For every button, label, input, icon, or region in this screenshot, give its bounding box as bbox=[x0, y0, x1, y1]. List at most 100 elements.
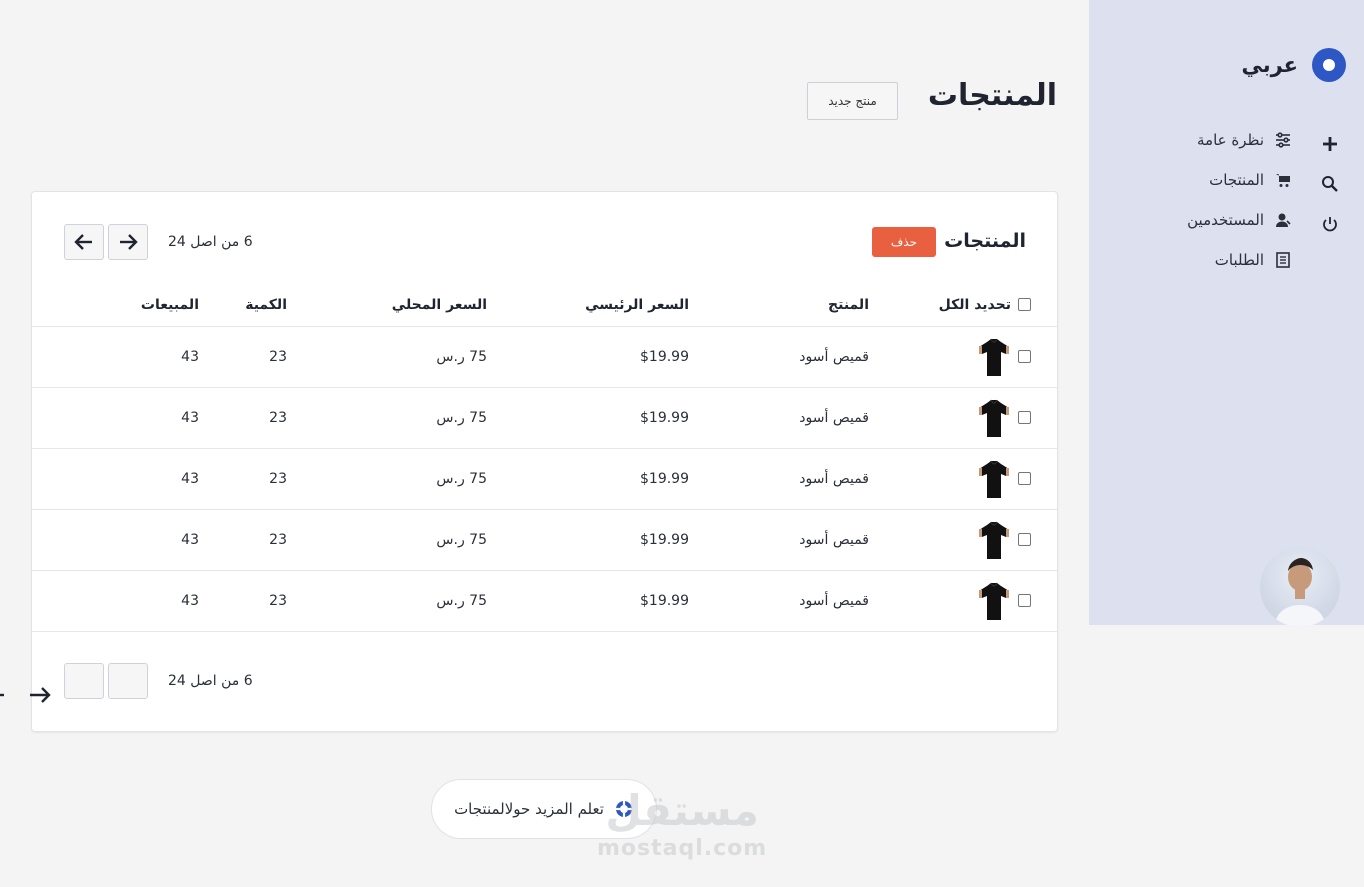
local-price: 75 ر.س bbox=[287, 387, 487, 449]
delete-button[interactable]: حذف bbox=[872, 227, 936, 257]
avatar[interactable] bbox=[1260, 547, 1340, 627]
tshirt-icon bbox=[979, 460, 1009, 498]
quantity: 23 bbox=[199, 570, 287, 632]
sidebar-item-label: المستخدمين bbox=[1187, 211, 1264, 229]
row-thumbnail-cell bbox=[869, 570, 1015, 632]
local-price: 75 ر.س bbox=[287, 448, 487, 510]
row-checkbox[interactable] bbox=[1018, 594, 1031, 607]
learn-more-label: تعلم المزيد حولالمنتجات bbox=[454, 800, 604, 818]
sidebar-item-label: الطلبات bbox=[1214, 251, 1264, 269]
tshirt-icon bbox=[979, 338, 1009, 376]
main-price: $19.99 bbox=[487, 570, 689, 632]
select-all-checkbox[interactable] bbox=[1018, 298, 1031, 312]
sales: 43 bbox=[32, 509, 199, 571]
products-card: المنتجات حذف 6 من اصل 24 تحديد الكل المن… bbox=[31, 191, 1058, 732]
row-select-cell bbox=[1015, 570, 1057, 632]
product-name: قميص أسود bbox=[689, 326, 869, 388]
product-name: قميص أسود bbox=[689, 387, 869, 449]
row-select-cell bbox=[1015, 387, 1057, 449]
table-row[interactable]: قميص أسود $19.99 75 ر.س 23 43 bbox=[32, 509, 1057, 571]
row-checkbox[interactable] bbox=[1018, 350, 1031, 363]
quantity: 23 bbox=[199, 387, 287, 449]
row-thumbnail-cell bbox=[869, 448, 1015, 510]
arrow-right-icon bbox=[120, 234, 138, 250]
row-select-cell bbox=[1015, 448, 1057, 510]
row-thumbnail-cell bbox=[869, 387, 1015, 449]
watermark-latin: mostaql.com bbox=[597, 836, 768, 861]
arrow-left-icon bbox=[74, 234, 92, 250]
user-icon bbox=[1276, 213, 1291, 227]
pagination-top: 6 من اصل 24 bbox=[64, 224, 253, 260]
row-select-cell bbox=[1015, 326, 1057, 388]
tshirt-icon bbox=[979, 399, 1009, 437]
main-price: $19.99 bbox=[487, 326, 689, 388]
page-title: المنتجات bbox=[927, 78, 1057, 113]
pagination-bottom: 6 من اصل 24 bbox=[64, 663, 253, 699]
quantity: 23 bbox=[199, 326, 287, 388]
tshirt-icon bbox=[979, 582, 1009, 620]
main-price: $19.99 bbox=[487, 448, 689, 510]
sliders-icon bbox=[1276, 132, 1290, 148]
product-name: قميص أسود bbox=[689, 570, 869, 632]
product-name: قميص أسود bbox=[689, 509, 869, 571]
search-icon[interactable] bbox=[1320, 164, 1340, 204]
sales: 43 bbox=[32, 570, 199, 632]
sidebar-item-label: نظرة عامة bbox=[1197, 131, 1264, 149]
brand-logo-icon bbox=[1312, 48, 1346, 82]
sidebar-nav: نظرة عامة المنتجات المستخدمين الطلبات bbox=[1187, 120, 1292, 280]
row-checkbox[interactable] bbox=[1018, 411, 1031, 424]
row-checkbox[interactable] bbox=[1018, 472, 1031, 485]
sales: 43 bbox=[32, 448, 199, 510]
quantity: 23 bbox=[199, 448, 287, 510]
products-table: تحديد الكل المنتج السعر الرئيسي السعر ال… bbox=[32, 284, 1057, 632]
sidebar-quick-actions bbox=[1320, 124, 1340, 244]
watermark: مستقل mostaql.com bbox=[597, 790, 767, 860]
prev-page-button-bottom[interactable] bbox=[64, 663, 104, 699]
row-select-cell bbox=[1015, 509, 1057, 571]
pagination-text-bottom: 6 من اصل 24 bbox=[168, 673, 253, 689]
watermark-arabic: مستقل bbox=[605, 786, 759, 835]
column-product: المنتج bbox=[689, 284, 869, 327]
table-row[interactable]: قميص أسود $19.99 75 ر.س 23 43 bbox=[32, 387, 1057, 449]
card-title: المنتجات bbox=[944, 230, 1026, 252]
document-icon bbox=[1276, 252, 1290, 268]
sidebar-item-users[interactable]: المستخدمين bbox=[1187, 200, 1292, 240]
pagination-text: 6 من اصل 24 bbox=[168, 234, 253, 250]
next-page-button[interactable] bbox=[108, 224, 148, 260]
sidebar-item-products[interactable]: المنتجات bbox=[1187, 160, 1292, 200]
main-price: $19.99 bbox=[487, 387, 689, 449]
table-row[interactable]: قميص أسود $19.99 75 ر.س 23 43 bbox=[32, 570, 1057, 632]
select-all-label: تحديد الكل bbox=[869, 284, 1015, 327]
arrow-right-icon[interactable] bbox=[0, 685, 52, 705]
quantity: 23 bbox=[199, 509, 287, 571]
table-row[interactable]: قميص أسود $19.99 75 ر.س 23 43 bbox=[32, 326, 1057, 388]
sidebar-item-label: المنتجات bbox=[1209, 171, 1264, 189]
local-price: 75 ر.س bbox=[287, 570, 487, 632]
plus-icon[interactable] bbox=[1320, 124, 1340, 164]
local-price: 75 ر.س bbox=[287, 326, 487, 388]
row-thumbnail-cell bbox=[869, 509, 1015, 571]
sales: 43 bbox=[32, 387, 199, 449]
local-price: 75 ر.س bbox=[287, 509, 487, 571]
new-product-button[interactable]: منتج جديد bbox=[807, 82, 898, 120]
row-thumbnail-cell bbox=[869, 326, 1015, 388]
column-sales: المبيعات bbox=[32, 284, 199, 327]
sales: 43 bbox=[32, 326, 199, 388]
row-checkbox[interactable] bbox=[1018, 533, 1031, 546]
sidebar-item-overview[interactable]: نظرة عامة bbox=[1187, 120, 1292, 160]
product-name: قميص أسود bbox=[689, 448, 869, 510]
sidebar-item-orders[interactable]: الطلبات bbox=[1187, 240, 1292, 280]
power-icon[interactable] bbox=[1320, 204, 1340, 244]
main-price: $19.99 bbox=[487, 509, 689, 571]
next-page-button-bottom[interactable] bbox=[108, 663, 148, 699]
table-row[interactable]: قميص أسود $19.99 75 ر.س 23 43 bbox=[32, 448, 1057, 510]
column-main-price: السعر الرئيسي bbox=[487, 284, 689, 327]
prev-page-button[interactable] bbox=[64, 224, 104, 260]
user-photo-icon bbox=[1274, 558, 1326, 627]
tshirt-icon bbox=[979, 521, 1009, 559]
column-quantity: الكمية bbox=[199, 284, 287, 327]
brand[interactable]: عربي bbox=[1241, 48, 1346, 82]
select-all-cell bbox=[1015, 284, 1057, 327]
table-header-row: تحديد الكل المنتج السعر الرئيسي السعر ال… bbox=[32, 284, 1057, 327]
column-local-price: السعر المحلي bbox=[287, 284, 487, 327]
